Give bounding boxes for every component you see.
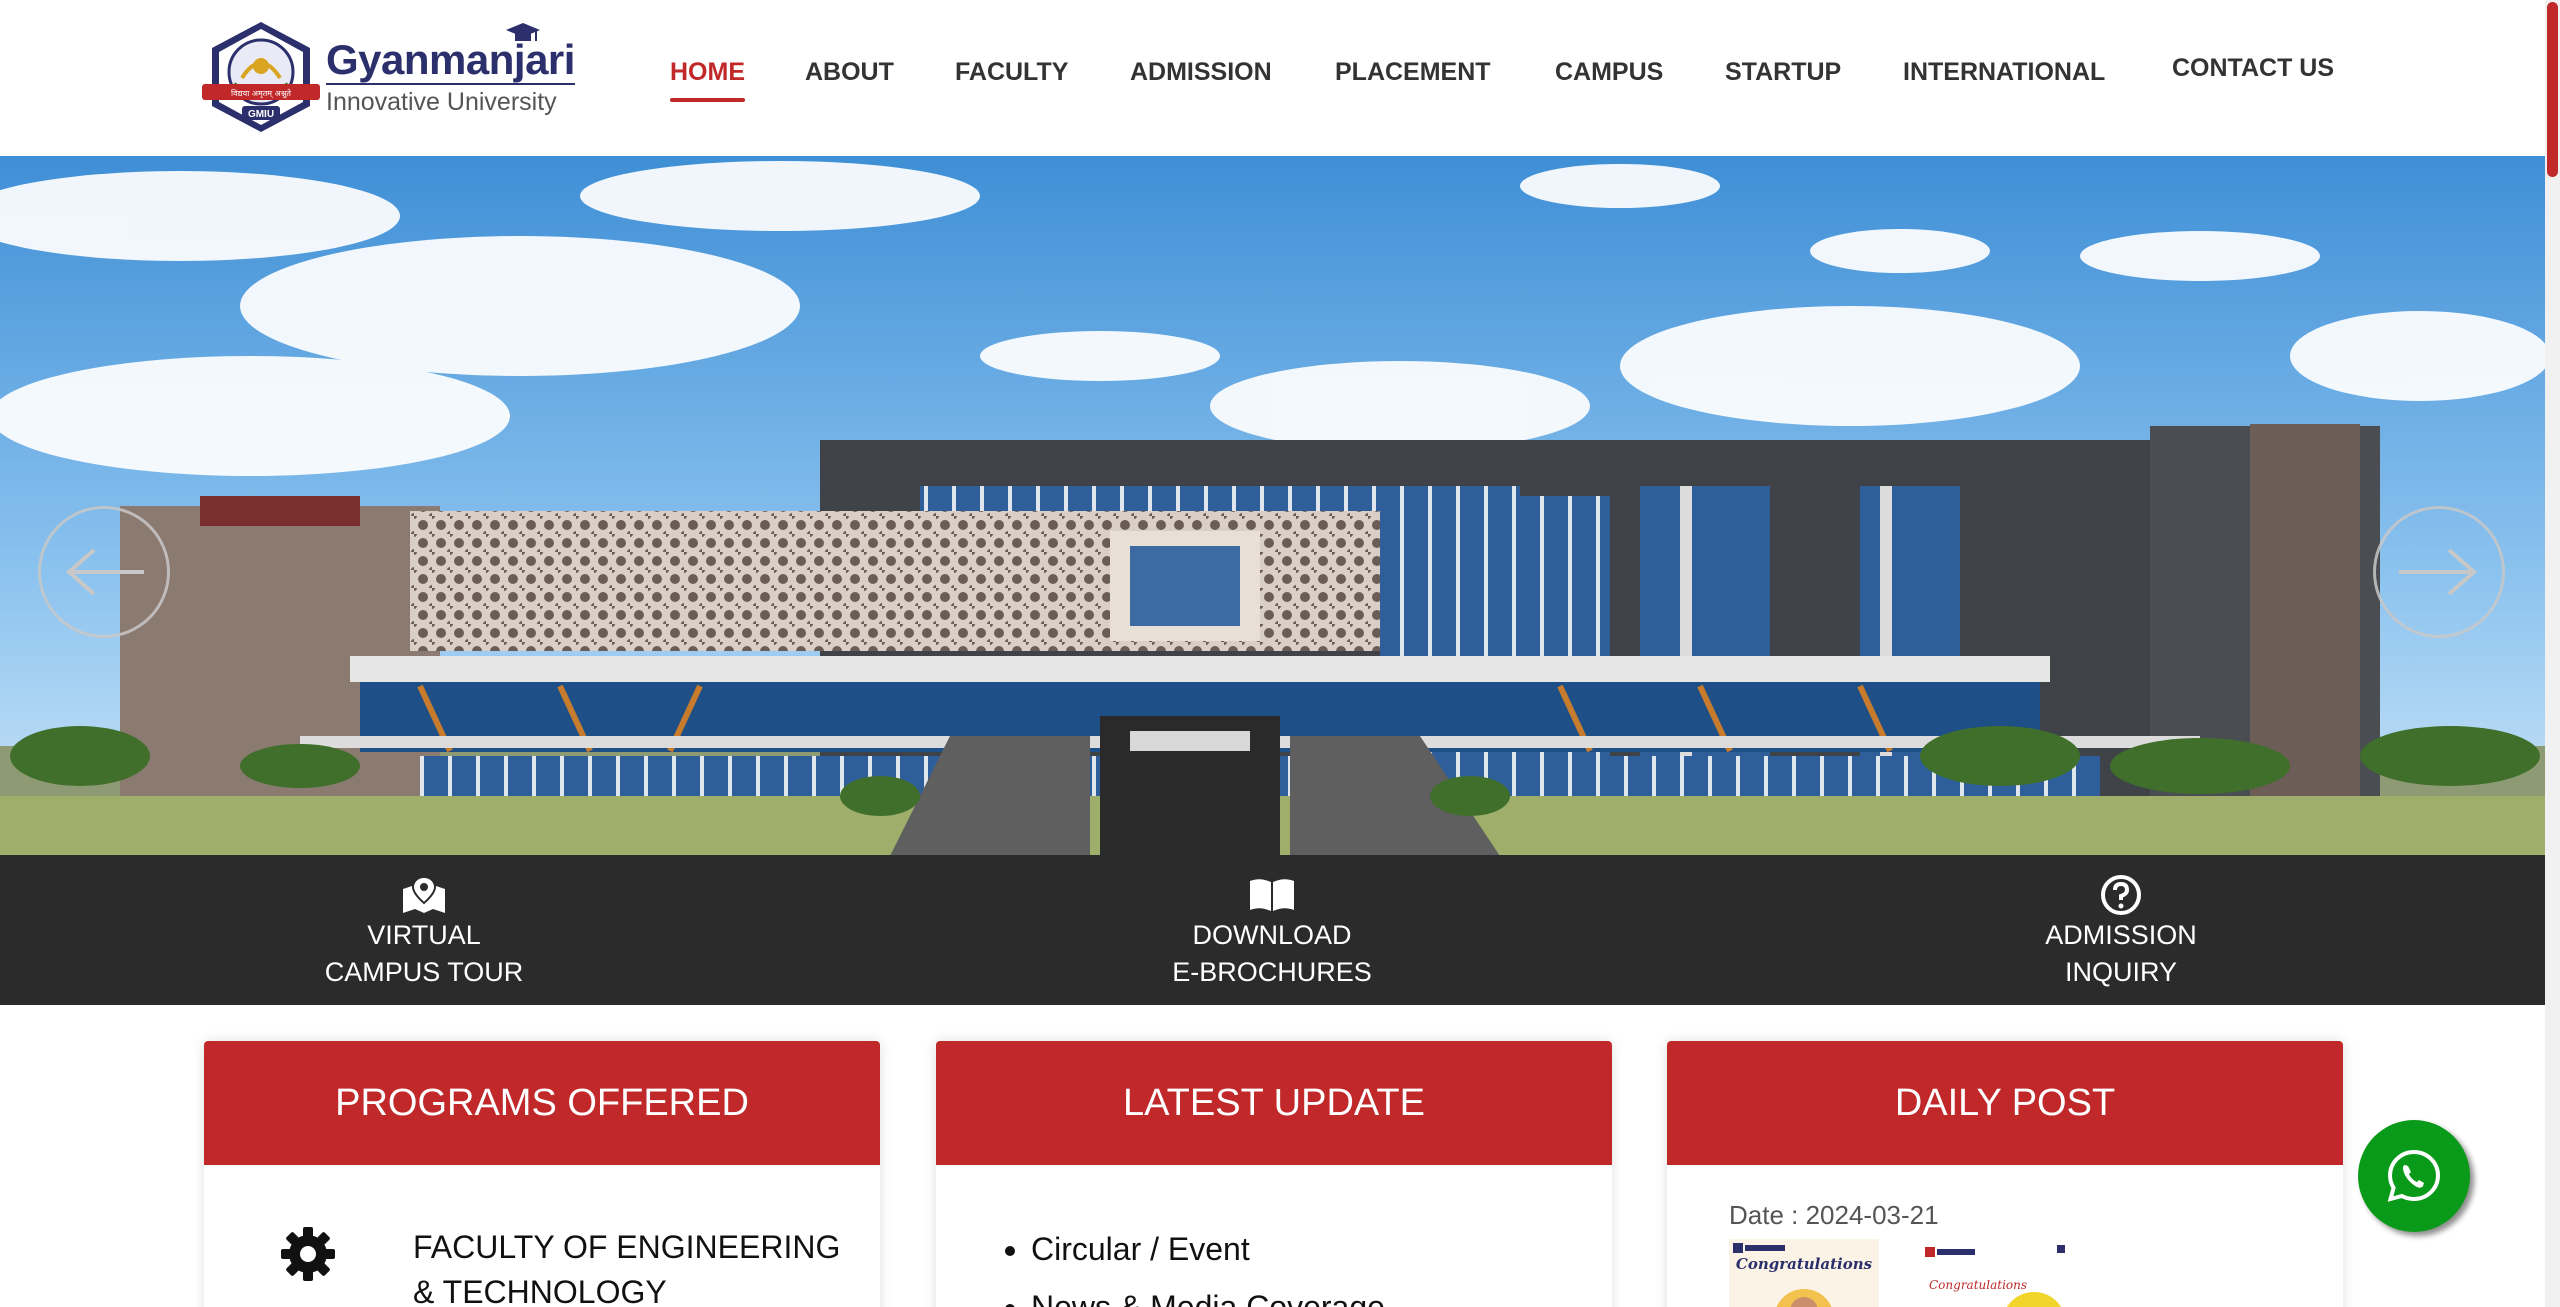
nav-startup[interactable]: STARTUP: [1725, 58, 1841, 87]
whatsapp-chat-button[interactable]: [2358, 1120, 2470, 1232]
brochure-line2: E-BROCHURES: [1172, 957, 1372, 987]
hero-prev-button[interactable]: [38, 506, 170, 638]
university-logo[interactable]: GMIU विद्यया अमृतम् अश्नुते Gyanmanjari …: [202, 18, 582, 136]
daily-post-thumbnail-2[interactable]: Congratulations: [1919, 1239, 2069, 1307]
nav-international-label: INTERNATIONAL: [1903, 58, 2106, 86]
nav-contact-us[interactable]: CONTACT US: [2172, 54, 2334, 83]
nav-about[interactable]: ABOUT: [805, 58, 894, 87]
program-engineering-label: FACULTY OF ENGINEERING & TECHNOLOGY: [413, 1229, 841, 1307]
university-seal-icon: GMIU विद्यया अमृतम् अश्नुते: [202, 18, 320, 136]
hero-slider: [0, 156, 2545, 855]
thumb-caption-2: Congratulations: [1929, 1278, 2027, 1292]
graduation-cap-icon: [506, 23, 540, 41]
update-item-news[interactable]: News & Media Coverage: [1031, 1278, 1385, 1307]
page-scrollbar[interactable]: [2545, 0, 2560, 1307]
nav-faculty[interactable]: FACULTY: [955, 58, 1068, 87]
inquiry-line1: ADMISSION: [2045, 920, 2197, 950]
latest-update-card: LATEST UPDATE Circular / Event News & Me…: [936, 1041, 1612, 1307]
seal-text: GMIU: [248, 109, 274, 120]
whatsapp-icon: [2387, 1149, 2441, 1202]
hero-next-button[interactable]: [2373, 506, 2505, 638]
admission-inquiry-link[interactable]: ADMISSION INQUIRY: [1971, 873, 2271, 991]
nav-placement-label: PLACEMENT: [1335, 58, 1491, 86]
logo-name: Gyanmanjari: [326, 23, 575, 83]
virtual-campus-tour-link[interactable]: VIRTUAL CAMPUS TOUR: [274, 873, 574, 991]
arrow-right-icon: [2399, 548, 2478, 596]
programs-offered-title: PROGRAMS OFFERED: [204, 1041, 880, 1165]
thumb-caption: Congratulations: [1736, 1255, 1873, 1273]
hero-campus-image: [0, 156, 2545, 855]
nav-home-label: HOME: [670, 58, 745, 86]
arrow-left-icon: [65, 548, 144, 596]
gear-icon: [281, 1227, 335, 1281]
virtual-tour-line2: CAMPUS TOUR: [324, 957, 524, 987]
nav-campus-label: CAMPUS: [1555, 58, 1664, 86]
seal-motto: विद्यया अमृतम् अश्नुते: [231, 88, 291, 99]
nav-about-label: ABOUT: [805, 58, 894, 86]
map-marker-icon: [403, 875, 445, 913]
nav-admission[interactable]: ADMISSION: [1130, 58, 1272, 87]
question-circle-icon: [2101, 875, 2141, 915]
daily-post-card: DAILY POST Date : 2024-03-21 Congratulat…: [1667, 1041, 2343, 1307]
programs-offered-card: PROGRAMS OFFERED FACULTY OF ENGINEERING …: [204, 1041, 880, 1307]
nav-contact-label: CONTACT US: [2172, 54, 2335, 82]
nav-home[interactable]: HOME: [670, 58, 745, 102]
nav-campus[interactable]: CAMPUS: [1555, 58, 1663, 87]
book-open-icon: [1250, 879, 1294, 911]
updates-list: Circular / Event News & Media Coverage: [1031, 1220, 1385, 1307]
site-header: GMIU विद्यया अमृतम् अश्नुते Gyanmanjari …: [0, 0, 2545, 156]
virtual-tour-line1: VIRTUAL: [367, 920, 481, 950]
brochure-line1: DOWNLOAD: [1192, 920, 1352, 950]
inquiry-line2: INQUIRY: [2064, 957, 2178, 987]
download-ebrochures-link[interactable]: DOWNLOAD E-BROCHURES: [1122, 873, 1422, 991]
quick-links-bar: VIRTUAL CAMPUS TOUR DOWNLOAD E-BROCHURES…: [0, 855, 2545, 1005]
daily-post-thumbnail[interactable]: Congratulations: [1729, 1239, 1879, 1307]
nav-placement[interactable]: PLACEMENT: [1335, 58, 1491, 87]
nav-faculty-label: FACULTY: [955, 58, 1069, 86]
latest-update-title: LATEST UPDATE: [936, 1041, 1612, 1165]
update-item-circular[interactable]: Circular / Event: [1031, 1220, 1385, 1278]
daily-post-date: Date : 2024-03-21: [1729, 1200, 1939, 1230]
logo-subtitle: Innovative University: [326, 83, 575, 117]
daily-post-title: DAILY POST: [1667, 1041, 2343, 1165]
nav-international[interactable]: INTERNATIONAL: [1903, 58, 2105, 87]
nav-startup-label: STARTUP: [1725, 58, 1842, 86]
scrollbar-thumb[interactable]: [2547, 2, 2558, 177]
nav-admission-label: ADMISSION: [1130, 58, 1272, 86]
nav-active-underline: [670, 98, 745, 102]
